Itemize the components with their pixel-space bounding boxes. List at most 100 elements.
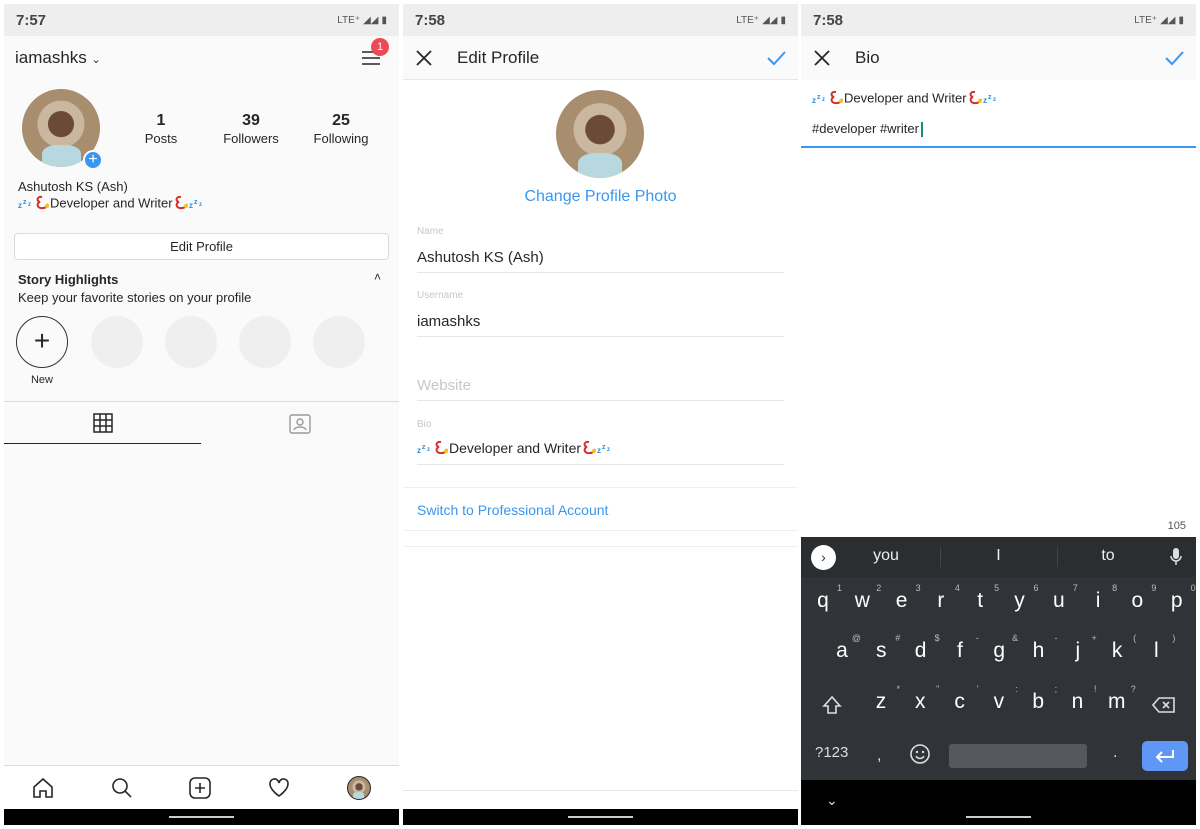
page-title: Edit Profile — [457, 47, 540, 67]
key-g[interactable]: g & — [982, 633, 1018, 663]
svg-text:z: z — [597, 446, 601, 454]
username-switcher[interactable]: iamashks ⌄ — [15, 48, 101, 68]
key-v[interactable]: v: — [982, 684, 1018, 714]
heart-icon[interactable] — [268, 777, 290, 799]
microphone-icon[interactable] — [1169, 547, 1183, 567]
key-label: z — [875, 690, 887, 713]
key-label: x — [915, 690, 926, 713]
key-i[interactable]: i8 — [1081, 583, 1117, 613]
new-highlight-button[interactable]: + — [16, 316, 68, 368]
highlights-title: Story Highlights — [18, 272, 119, 287]
change-photo-link[interactable]: Change Profile Photo — [403, 188, 798, 206]
switch-professional-link[interactable]: Switch to Professional Account — [417, 502, 608, 518]
stat-posts[interactable]: 1 Posts — [121, 112, 201, 148]
key-q[interactable]: q1 — [806, 583, 842, 613]
stat-value: 1 — [156, 112, 166, 129]
add-post-icon[interactable] — [189, 776, 212, 799]
edit-profile-button[interactable]: Edit Profile — [14, 233, 389, 260]
confirm-check-icon[interactable] — [766, 50, 786, 66]
symbols-key[interactable]: ?123 — [815, 744, 848, 761]
key-hint: + — [1091, 633, 1097, 643]
period-key[interactable]: . — [1113, 744, 1117, 762]
status-time: 7:57 — [16, 11, 47, 29]
suggestion[interactable]: I — [951, 547, 1046, 565]
home-handle[interactable] — [568, 816, 633, 818]
key-c[interactable]: c ' — [943, 684, 978, 714]
shift-icon[interactable] — [821, 694, 843, 716]
key-m[interactable]: m? — [1100, 684, 1136, 714]
home-icon[interactable] — [32, 777, 54, 799]
profile-tab-avatar[interactable] — [346, 775, 371, 800]
chevron-up-icon[interactable]: ˄ — [374, 270, 381, 284]
stat-label: Posts — [144, 131, 178, 146]
tab-tagged[interactable] — [201, 402, 399, 444]
expand-toolbar-icon[interactable]: › — [811, 545, 836, 570]
bio-textarea[interactable]: z z z Developer and Writer z z z #developer #w… — [801, 80, 1196, 148]
key-t[interactable]: t5 — [963, 583, 999, 613]
text-cursor — [920, 122, 923, 138]
key-n[interactable]: n! — [1061, 684, 1097, 714]
key-hint: 1 — [836, 583, 842, 593]
stat-label: Following — [313, 131, 369, 146]
key-hint: $ — [934, 633, 940, 643]
key-s[interactable]: s # — [864, 633, 900, 663]
home-handle[interactable] — [966, 816, 1031, 818]
website-field[interactable]: Website — [417, 377, 471, 394]
zzz-emoji-icon: zzz — [812, 92, 828, 107]
key-label: n — [1071, 690, 1084, 713]
confirm-check-icon[interactable] — [1164, 50, 1184, 66]
key-l[interactable]: l) — [1139, 633, 1175, 663]
key-w[interactable]: w2 — [845, 583, 882, 613]
emoji-icon[interactable] — [909, 743, 931, 765]
key-k[interactable]: k( — [1100, 633, 1136, 663]
key-label: p — [1170, 589, 1183, 612]
dragon-emoji-icon — [173, 195, 189, 213]
key-j[interactable]: j + — [1061, 633, 1096, 663]
comma-key[interactable]: , — [877, 747, 881, 765]
add-story-icon[interactable]: + — [83, 150, 103, 170]
key-hint: ! — [1093, 684, 1097, 694]
key-d[interactable]: d $ — [904, 633, 940, 663]
status-bar: 7:57 LTE⁺ ◢◢ ▮ — [4, 4, 399, 36]
key-r[interactable]: r4 — [924, 583, 960, 613]
suggestion[interactable]: to — [1063, 547, 1153, 565]
key-y[interactable]: y6 — [1003, 583, 1038, 613]
backspace-icon[interactable] — [1152, 695, 1176, 715]
name-field[interactable]: Ashutosh KS (Ash) — [417, 249, 544, 266]
key-hint: : — [1015, 684, 1018, 694]
key-x[interactable]: x " — [903, 684, 939, 714]
stat-followers[interactable]: 39 Followers — [211, 112, 291, 148]
hide-keyboard-icon[interactable]: ⌄ — [826, 792, 838, 809]
username-field[interactable]: iamashks — [417, 313, 480, 330]
stat-value: 39 — [242, 112, 260, 129]
key-p[interactable]: p0 — [1160, 583, 1196, 613]
suggestion[interactable]: you — [841, 547, 931, 565]
key-hint: ' — [976, 684, 979, 694]
zzz-emoji-icon: zzz — [417, 441, 433, 457]
key-u[interactable]: u7 — [1042, 583, 1078, 613]
key-b[interactable]: b; — [1021, 684, 1057, 714]
zzz-emoji-icon: zzz — [983, 92, 999, 107]
enter-key[interactable] — [1142, 741, 1188, 771]
close-icon[interactable] — [813, 49, 831, 67]
search-icon[interactable] — [111, 777, 133, 799]
bio-field[interactable]: z z z Developer and Writer z z z — [417, 440, 613, 458]
close-icon[interactable] — [415, 49, 433, 67]
key-h[interactable]: h- — [1022, 633, 1058, 663]
profile-photo[interactable] — [556, 90, 644, 178]
key-f[interactable]: f- — [943, 633, 979, 663]
system-nav-bar — [403, 809, 798, 825]
home-handle[interactable] — [169, 816, 234, 818]
key-z[interactable]: z * — [864, 684, 900, 714]
menu-button[interactable]: 1 — [360, 38, 389, 72]
key-a[interactable]: a @ — [825, 633, 861, 663]
key-o[interactable]: o9 — [1120, 583, 1157, 613]
grid-icon — [92, 412, 113, 433]
key-e[interactable]: e3 — [885, 583, 921, 613]
stat-following[interactable]: 25 Following — [301, 112, 381, 148]
key-label: g — [993, 639, 1006, 662]
highlight-placeholder — [313, 316, 365, 368]
username-label: Username — [417, 290, 464, 301]
tab-grid[interactable] — [4, 402, 201, 444]
space-key[interactable] — [949, 744, 1087, 768]
